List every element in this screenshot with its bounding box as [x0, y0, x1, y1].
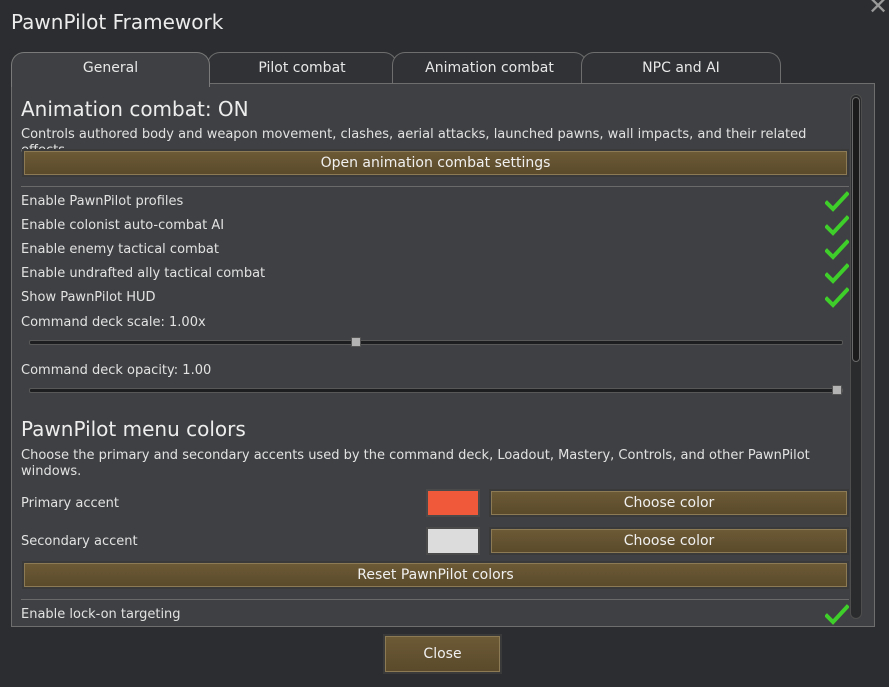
secondary-accent-label: Secondary accent	[21, 534, 138, 549]
tab-label: General	[82, 60, 139, 76]
open-animation-settings-button[interactable]: Open animation combat settings	[22, 149, 849, 177]
toggle-row-profiles[interactable]: Enable PawnPilot profiles	[21, 191, 849, 215]
divider	[21, 186, 849, 187]
tab-label: Animation combat	[425, 60, 554, 76]
toggle-label: Enable lock-on targeting	[21, 607, 181, 622]
toggle-row-hud[interactable]: Show PawnPilot HUD	[21, 287, 849, 311]
tab-npc-and-ai[interactable]: NPC and AI	[581, 52, 781, 84]
settings-panel: Animation combat: ON Controls authored b…	[11, 83, 875, 627]
checkmark-icon[interactable]	[825, 287, 849, 309]
scrollbar-thumb[interactable]	[852, 97, 860, 362]
deck-opacity-label: Command deck opacity: 1.00	[21, 363, 212, 378]
primary-accent-label: Primary accent	[21, 496, 119, 511]
toggle-label: Enable undrafted ally tactical combat	[21, 266, 266, 281]
tab-label: NPC and AI	[642, 60, 720, 76]
toggle-row-ally-tactical[interactable]: Enable undrafted ally tactical combat	[21, 263, 849, 287]
animation-combat-heading: Animation combat: ON	[21, 97, 249, 121]
secondary-choose-color-button[interactable]: Choose color	[489, 527, 849, 555]
checkmark-icon[interactable]	[825, 215, 849, 237]
toggle-label: Enable PawnPilot profiles	[21, 194, 184, 209]
tab-general[interactable]: General	[11, 52, 210, 87]
toggle-row-lock-on[interactable]: Enable lock-on targeting	[21, 604, 849, 626]
deck-scale-label: Command deck scale: 1.00x	[21, 315, 206, 330]
tab-label: Pilot combat	[258, 60, 346, 76]
primary-accent-swatch	[426, 489, 480, 517]
deck-scale-handle[interactable]	[351, 337, 361, 347]
close-button[interactable]: Close	[383, 634, 502, 674]
checkmark-icon[interactable]	[825, 191, 849, 213]
checkmark-icon[interactable]	[825, 604, 849, 626]
deck-opacity-handle[interactable]	[832, 385, 842, 395]
tab-bar: General Pilot combat Animation combat NP…	[11, 52, 781, 87]
toggle-label: Show PawnPilot HUD	[21, 290, 156, 305]
toggle-row-enemy-tactical[interactable]: Enable enemy tactical combat	[21, 239, 849, 263]
primary-choose-color-button[interactable]: Choose color	[489, 489, 849, 517]
scrollbar[interactable]	[850, 94, 862, 619]
tab-animation-combat[interactable]: Animation combat	[392, 52, 587, 84]
menu-colors-heading: PawnPilot menu colors	[21, 417, 246, 441]
secondary-accent-swatch	[426, 527, 480, 555]
toggle-row-colonist-ai[interactable]: Enable colonist auto-combat AI	[21, 215, 849, 239]
reset-colors-button[interactable]: Reset PawnPilot colors	[22, 561, 849, 589]
toggle-label: Enable enemy tactical combat	[21, 242, 219, 257]
divider	[21, 599, 849, 600]
deck-opacity-slider[interactable]	[29, 385, 843, 395]
deck-scale-slider[interactable]	[29, 337, 843, 347]
checkmark-icon[interactable]	[825, 263, 849, 285]
toggle-label: Enable colonist auto-combat AI	[21, 218, 225, 233]
tab-pilot-combat[interactable]: Pilot combat	[207, 52, 397, 84]
menu-colors-description: Choose the primary and secondary accents…	[21, 448, 810, 479]
checkmark-icon[interactable]	[825, 239, 849, 261]
window-title: PawnPilot Framework	[11, 10, 224, 34]
close-icon[interactable]: ✕	[868, 0, 888, 18]
